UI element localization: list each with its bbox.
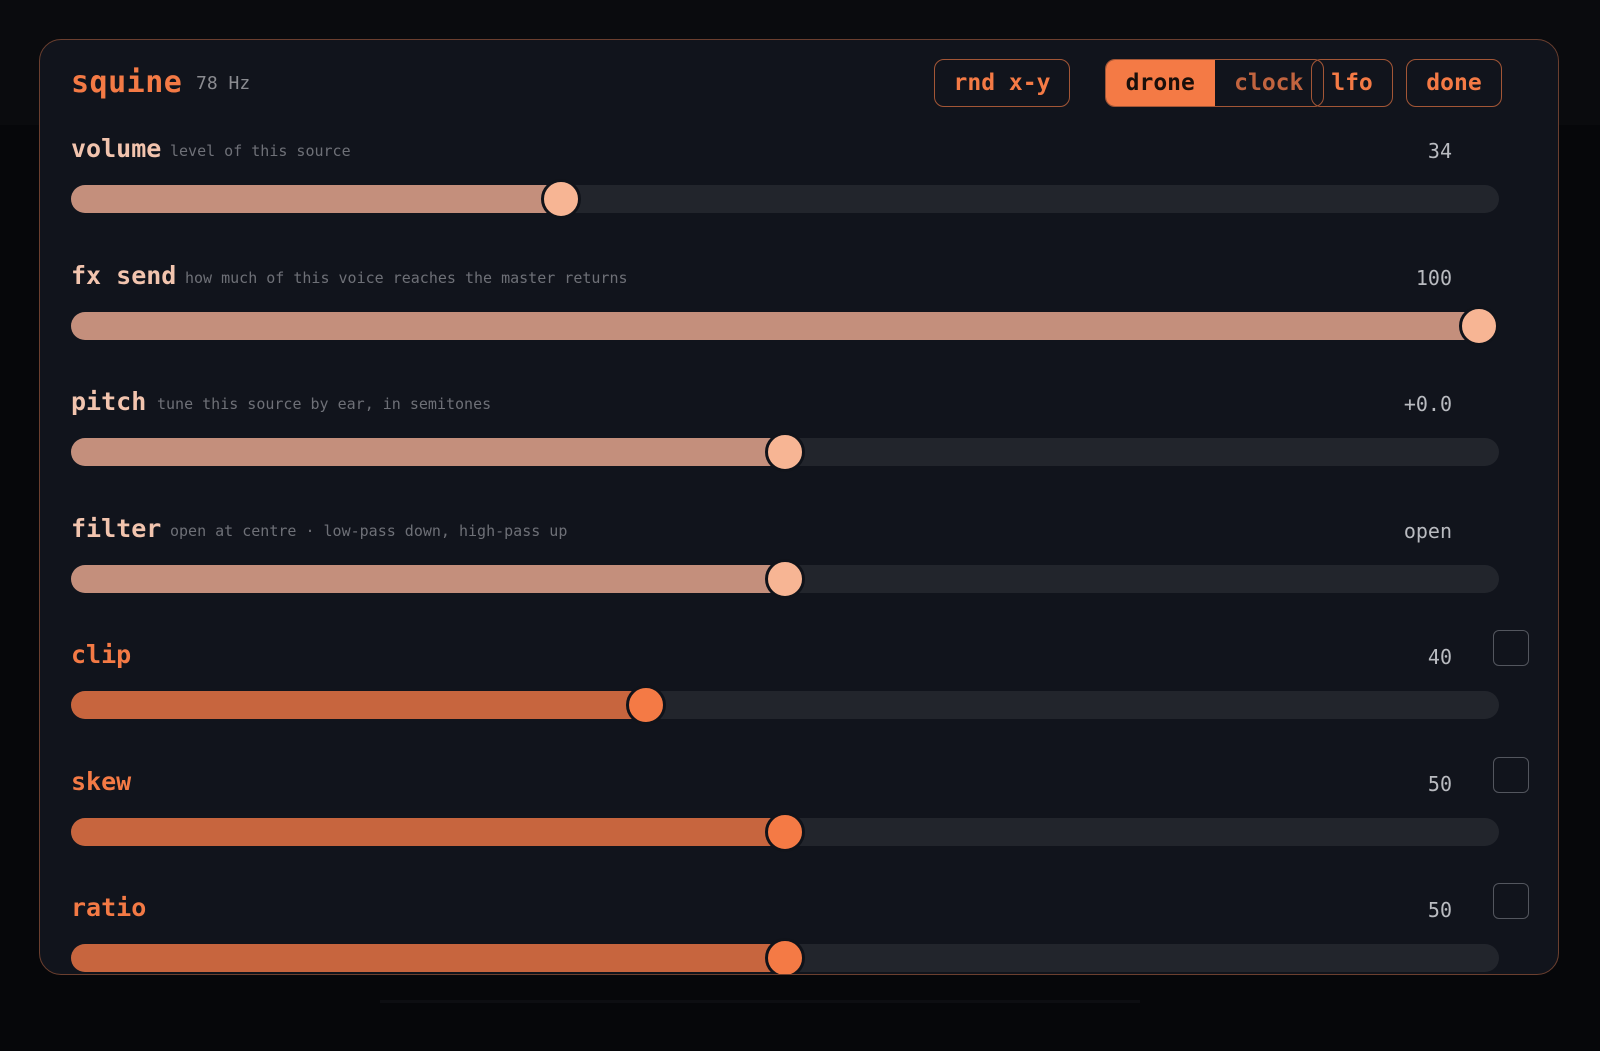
slider-checkbox[interactable] [1493, 630, 1529, 666]
slider-value: 40 [1427, 645, 1452, 669]
source-panel: squine 78 Hz rnd x-y drone clock lfo don… [39, 39, 1559, 975]
slider-fill [71, 438, 785, 466]
slider-thumb[interactable] [540, 179, 581, 219]
slider-fill [71, 944, 785, 972]
slider-row-filter: filter open at centre · low-pass down, hi… [40, 508, 1558, 635]
slider-track[interactable] [71, 305, 1499, 346]
slider-fill [71, 691, 647, 719]
slider-thumb[interactable] [765, 938, 805, 974]
slider-thumb[interactable] [765, 432, 805, 472]
slider-row-volume: volume level of this source 34 [40, 128, 1558, 255]
slider-value: open [1403, 518, 1452, 543]
random-xy-button[interactable]: rnd x-y [934, 59, 1070, 107]
slider-checkbox[interactable] [1493, 883, 1529, 919]
slider-label: pitch [71, 387, 147, 416]
slider-thumb[interactable] [765, 558, 805, 599]
slider-fill [71, 817, 785, 846]
frequency-readout: 78 Hz [196, 73, 251, 94]
slider-value: +0.0 [1403, 392, 1452, 416]
slider-value: 100 [1415, 265, 1452, 290]
slider-label: fx send [71, 260, 177, 290]
lfo-button[interactable]: lfo [1311, 59, 1393, 107]
slider-thumb[interactable] [1459, 305, 1499, 346]
slider-label: clip [71, 640, 132, 669]
slider-thumb[interactable] [765, 811, 805, 852]
slider-description: level of this source [170, 142, 351, 160]
source-title: squine [71, 65, 183, 100]
slider-track[interactable] [71, 938, 1499, 974]
slider-value: 34 [1427, 139, 1452, 163]
slider-track[interactable] [71, 685, 1499, 725]
slider-track[interactable] [71, 811, 1499, 852]
slider-label: ratio [71, 893, 147, 922]
slider-label: skew [71, 766, 132, 796]
slider-label: volume [71, 134, 162, 163]
slider-fill [71, 185, 561, 213]
slider-track[interactable] [71, 558, 1499, 599]
slider-description: how much of this voice reaches the maste… [185, 268, 628, 287]
slider-fill [71, 311, 1479, 340]
slider-row-skew: skew 50 [40, 756, 1558, 888]
mode-toggle: drone clock [1105, 59, 1324, 107]
slider-label: filter [71, 513, 162, 543]
mode-clock-option[interactable]: clock [1215, 60, 1324, 106]
slider-track[interactable] [71, 179, 1499, 219]
slider-checkbox[interactable] [1493, 756, 1529, 793]
slider-row-pitch: pitch tune this source by ear, in semiton… [40, 381, 1558, 508]
background-line [380, 1000, 1140, 1003]
slider-fill [71, 564, 785, 593]
slider-value: 50 [1427, 771, 1452, 796]
slider-row-fx-send: fx send how much of this voice reaches th… [40, 255, 1558, 382]
slider-thumb[interactable] [626, 685, 667, 725]
slider-value: 50 [1427, 898, 1452, 922]
mode-drone-option[interactable]: drone [1106, 60, 1215, 106]
slider-description: tune this source by ear, in semitones [157, 395, 492, 413]
slider-track[interactable] [71, 432, 1499, 472]
slider-list: volume level of this source 34 fx send how m… [40, 128, 1558, 974]
slider-row-ratio: ratio 50 [40, 883, 1558, 974]
slider-description: open at centre · low-pass down, high-pas… [170, 521, 568, 540]
slider-row-clip: clip 40 [40, 630, 1558, 761]
done-button[interactable]: done [1406, 59, 1502, 107]
